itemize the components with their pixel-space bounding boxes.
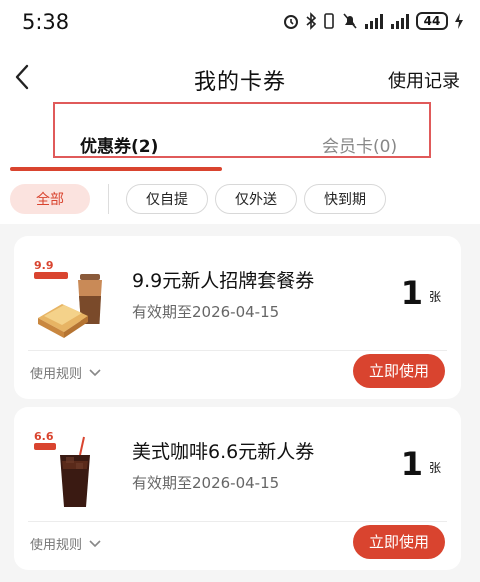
thumb-badge-text: 6.6 (34, 430, 54, 443)
coupon-expiry: 有效期至2026-04-15 (132, 474, 280, 492)
chevron-down-icon (89, 539, 101, 547)
usage-rules-toggle[interactable]: 使用规则 (30, 363, 102, 382)
filter-delivery-only[interactable]: 仅外送 (215, 184, 297, 214)
status-icons: 44 (282, 12, 464, 30)
vibrate-icon (324, 13, 334, 29)
coupon-unit: 张 (428, 290, 441, 304)
status-time: 5:38 (22, 10, 70, 34)
usage-rules-label: 使用规则 (30, 367, 83, 382)
signal-icon (365, 14, 383, 29)
signal-icon (391, 14, 409, 29)
filter-all[interactable]: 全部 (10, 184, 90, 214)
filter-divider (108, 184, 109, 214)
combo-meal-thumbnail: 9.9 (34, 259, 102, 338)
filter-pickup-only[interactable]: 仅自提 (126, 184, 208, 214)
card-divider (28, 521, 447, 522)
coupon-expiry: 有效期至2026-04-15 (132, 303, 280, 321)
chevron-down-icon (89, 368, 101, 376)
coupon-count: 1 (400, 445, 423, 483)
usage-rules-toggle[interactable]: 使用规则 (30, 534, 102, 553)
coupon-card[interactable]: 6.6 美式咖啡6.6元新人券 有效期至2026-04-15 1 张 使用规则 … (14, 407, 461, 570)
alarm-icon (284, 15, 298, 29)
status-bar: 5:38 44 (0, 0, 480, 46)
coupon-title: 美式咖啡6.6元新人券 (132, 441, 315, 463)
filter-bar: 全部 仅自提 仅外送 快到期 (0, 172, 480, 224)
use-now-button[interactable]: 立即使用 (353, 354, 445, 388)
tab-active-indicator (10, 167, 222, 171)
americano-thumbnail: 6.6 (34, 430, 90, 507)
header: 我的卡券 使用记录 (0, 46, 480, 110)
usage-rules-label: 使用规则 (30, 538, 83, 553)
charging-icon (455, 13, 463, 29)
usage-history-link[interactable]: 使用记录 (388, 67, 460, 93)
card-divider (28, 350, 447, 351)
coupon-title: 9.9元新人招牌套餐券 (132, 270, 315, 292)
thumb-badge-text: 9.9 (34, 259, 54, 272)
highlight-box (53, 102, 431, 158)
filter-expiring-soon[interactable]: 快到期 (304, 184, 386, 214)
battery-icon: 44 (416, 12, 448, 30)
bluetooth-icon (306, 12, 316, 30)
use-now-button[interactable]: 立即使用 (353, 525, 445, 559)
coupon-card[interactable]: 9.9 9.9元新人招牌套餐券 有效期至2026-04-15 1 张 使用规则 … (14, 236, 461, 399)
coupon-count: 1 (400, 274, 423, 312)
coupon-unit: 张 (428, 461, 441, 475)
mute-icon (343, 13, 357, 29)
